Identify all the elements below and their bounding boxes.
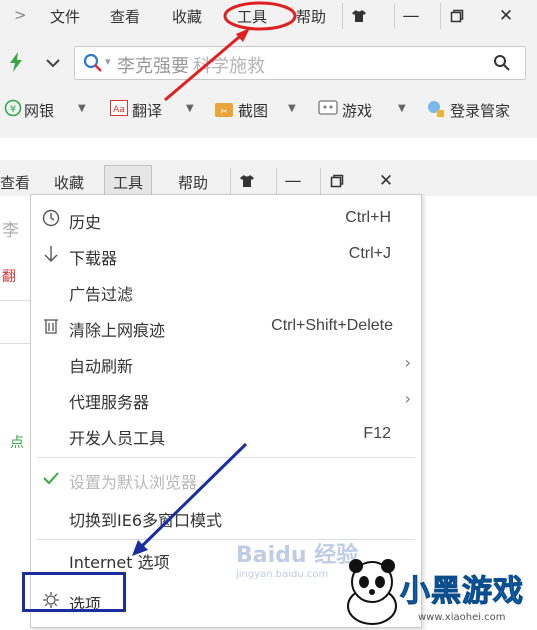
menu-separator [37, 539, 415, 540]
menu-item-label: 广告过滤 [69, 285, 134, 304]
logo-url: www.xiaohei.com [418, 612, 506, 623]
fav-login-manager[interactable]: 登录管家 [450, 100, 510, 121]
chevron-right-icon: › [404, 353, 411, 372]
menu-file[interactable]: 文件 [50, 6, 80, 27]
menu-bar: > 文件 查看 收藏 工具 帮助 — ✕ [0, 0, 537, 34]
menu-item-shortcut: Ctrl+H [345, 209, 391, 226]
menu-item-label: 设置为默认浏览器 [69, 473, 198, 492]
menu-view-2[interactable]: 查看 [0, 172, 30, 193]
login-manager-icon [426, 99, 446, 123]
search-query-obscured: 科学施救 [193, 56, 265, 77]
lightning-icon[interactable] [8, 52, 24, 72]
skin-button-2[interactable] [230, 168, 263, 194]
chevron-right-icon: › [404, 389, 411, 408]
svg-text:Aa: Aa [113, 105, 125, 115]
maximize-icon [330, 174, 344, 188]
favorites-bar: ¥ 网银 ▼ Aa 翻译 ▼ ✂ 截图 ▼ 游戏 ▼ 登录管家 [0, 90, 537, 130]
screenshot-icon: ✂ [214, 99, 234, 123]
menu-item-label: 自动刷新 [69, 357, 134, 376]
menu-item-ie6-mode[interactable]: 切换到IE6多窗口模式 [31, 499, 421, 535]
menu-bar-chevron[interactable]: > [14, 6, 27, 24]
bg-search-fragment: 李 [2, 221, 19, 241]
fav-translate-dropdown-icon[interactable]: ▼ [186, 103, 194, 114]
translate-icon: Aa [110, 100, 128, 120]
minimize-icon: — [402, 6, 420, 26]
menu-item-history[interactable]: 历史 Ctrl+H [31, 201, 421, 237]
menu-item-label: 历史 [69, 213, 102, 232]
logo-text: 小黑游戏 [400, 574, 524, 610]
clock-icon [41, 209, 61, 229]
minimize-button-2[interactable]: — [276, 168, 309, 194]
search-query: 李克强要 [117, 56, 189, 77]
chevron-down-icon[interactable] [46, 58, 60, 68]
svg-text:¥: ¥ [10, 104, 16, 115]
fav-bank-dropdown-icon[interactable]: ▼ [78, 103, 86, 114]
menu-separator [37, 457, 415, 458]
menu-item-label: 切换到IE6多窗口模式 [69, 511, 223, 530]
menu-item-label: 清除上网痕迹 [69, 321, 166, 340]
maximize-button[interactable] [440, 3, 473, 29]
fav-screenshot-dropdown-icon[interactable]: ▼ [288, 103, 296, 114]
close-icon: ✕ [498, 6, 514, 26]
xiaohei-logo: 小黑游戏 www.xiaohei.com [340, 556, 530, 628]
search-engine-icon [83, 53, 102, 72]
menu-item-label: 下载器 [69, 249, 118, 268]
menu-tools[interactable]: 工具 [237, 6, 267, 27]
search-bar[interactable]: ▾ 李克强要 科学施救 [74, 46, 526, 80]
menu-view[interactable]: 查看 [110, 6, 140, 27]
menu-item-shortcut: Ctrl+J [348, 245, 391, 262]
menu-favorites[interactable]: 收藏 [172, 6, 202, 27]
maximize-icon [450, 9, 464, 23]
search-icon[interactable] [493, 54, 511, 72]
maximize-button-2[interactable] [320, 168, 353, 194]
menu-bar-2: 查看 收藏 工具 帮助 — ✕ [0, 160, 537, 200]
skin-button[interactable] [342, 3, 375, 29]
minimize-button[interactable]: — [394, 3, 427, 29]
address-row: ▾ 李克强要 科学施救 [0, 40, 537, 84]
bg-link-fragment: 点 [10, 435, 24, 451]
fav-game[interactable]: 游戏 [342, 100, 372, 121]
menu-item-clear-history[interactable]: 清除上网痕迹 Ctrl+Shift+Delete [31, 309, 421, 345]
menu-item-shortcut: Ctrl+Shift+Delete [271, 317, 393, 334]
fav-game-dropdown-icon[interactable]: ▼ [398, 103, 406, 114]
menu-item-shortcut: F12 [363, 425, 391, 442]
options-highlight-box [22, 572, 126, 612]
close-icon: ✕ [378, 171, 394, 191]
shirt-icon [240, 175, 254, 187]
download-icon [41, 245, 61, 265]
fav-translate[interactable]: 翻译 [132, 100, 162, 121]
bank-icon: ¥ [4, 99, 22, 121]
shirt-icon [352, 10, 366, 22]
engine-dropdown-icon[interactable]: ▾ [105, 55, 111, 68]
menu-item-label: Internet 选项 [69, 553, 170, 572]
bg-tab-fragment [0, 300, 31, 344]
game-icon [318, 100, 338, 120]
trash-icon [41, 317, 61, 337]
menu-help[interactable]: 帮助 [296, 6, 326, 27]
menu-favorites-2[interactable]: 收藏 [54, 172, 84, 193]
browser-top-screenshot: > 文件 查看 收藏 工具 帮助 — ✕ ▾ 李克强要 科学施救 ¥ 网银 ▼ [0, 0, 537, 138]
svg-text:✂: ✂ [221, 107, 228, 116]
menu-item-label: 开发人员工具 [69, 429, 166, 448]
fav-screenshot[interactable]: 截图 [238, 100, 268, 121]
menu-item-dev-tools[interactable]: 开发人员工具 F12 [31, 417, 421, 453]
menu-item-label: 代理服务器 [69, 393, 150, 412]
fav-bank[interactable]: 网银 [24, 100, 54, 121]
bg-translate-fragment: 翻 [2, 269, 16, 285]
menu-item-set-default: 设置为默认浏览器 [31, 461, 421, 497]
menu-item-auto-refresh[interactable]: 自动刷新 › [31, 345, 421, 381]
close-button[interactable]: ✕ [490, 3, 522, 29]
minimize-icon: — [284, 171, 302, 191]
close-button-2[interactable]: ✕ [370, 168, 402, 194]
menu-item-ad-filter[interactable]: 广告过滤 [31, 273, 421, 309]
panda-icon [347, 559, 397, 625]
menu-item-downloader[interactable]: 下载器 Ctrl+J [31, 237, 421, 273]
check-icon [41, 469, 61, 489]
menu-item-proxy[interactable]: 代理服务器 › [31, 381, 421, 417]
menu-help-2[interactable]: 帮助 [178, 172, 208, 193]
